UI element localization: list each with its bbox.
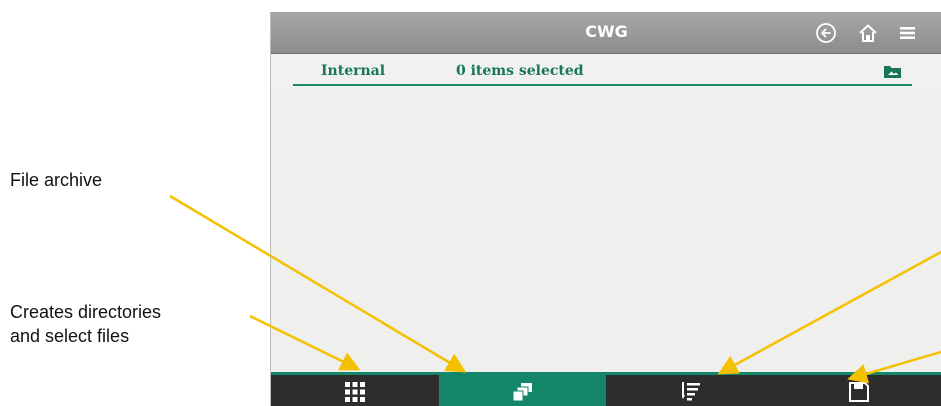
app-title: CWG: [585, 22, 628, 41]
file-list-area: [271, 88, 941, 372]
annotation-creates-directories: Creates directories and select files: [10, 300, 220, 348]
bottom-toolbar: [271, 372, 941, 406]
title-bar: CWG: [271, 12, 941, 54]
tab-save[interactable]: [775, 375, 941, 406]
sort-icon: [681, 382, 700, 401]
menu-icon[interactable]: [897, 22, 919, 44]
storage-location[interactable]: Internal: [321, 63, 385, 79]
tab-grid[interactable]: [271, 375, 438, 406]
tab-file-archive[interactable]: [439, 375, 606, 406]
file-stack-icon: [512, 383, 532, 401]
info-bar: Internal 0 items selected: [293, 62, 912, 86]
annotation-line-2: and select files: [10, 326, 130, 346]
annotation-file-archive: File archive: [10, 170, 103, 190]
home-icon[interactable]: [857, 22, 879, 44]
folder-image-icon[interactable]: [883, 64, 902, 79]
device-screen: CWG Internal 0 items selected: [270, 12, 941, 406]
annotation-line-1: Creates directories: [10, 302, 162, 322]
grid-icon: [344, 382, 365, 402]
back-icon[interactable]: [815, 22, 837, 44]
selection-count: 0 items selected: [456, 63, 584, 79]
tab-sort[interactable]: [607, 375, 774, 406]
save-icon: [848, 382, 869, 402]
